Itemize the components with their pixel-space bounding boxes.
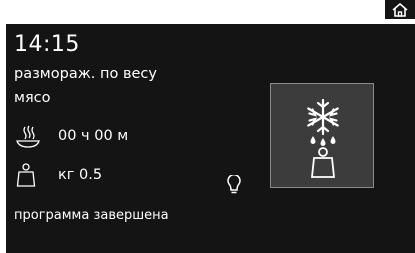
- food-category: мясо: [14, 90, 51, 106]
- clock-time: 14:15: [14, 32, 80, 57]
- status-text: программа завершена: [14, 208, 169, 223]
- program-name: размораж. по весу: [14, 66, 157, 82]
- home-button[interactable]: [385, 0, 415, 19]
- weight-icon: [16, 163, 36, 187]
- weight-icon: [311, 147, 335, 178]
- home-icon: [392, 2, 408, 17]
- defrost-mode-tile[interactable]: [270, 83, 374, 188]
- oven-display-panel: 14:15 размораж. по весу мясо 00 ч 00 м к…: [6, 24, 415, 253]
- duration-value: 00 ч 00 м: [58, 128, 129, 144]
- steam-dish-icon: [16, 125, 40, 148]
- weight-value: кг 0.5: [58, 167, 103, 183]
- light-bulb-icon[interactable]: [227, 175, 241, 195]
